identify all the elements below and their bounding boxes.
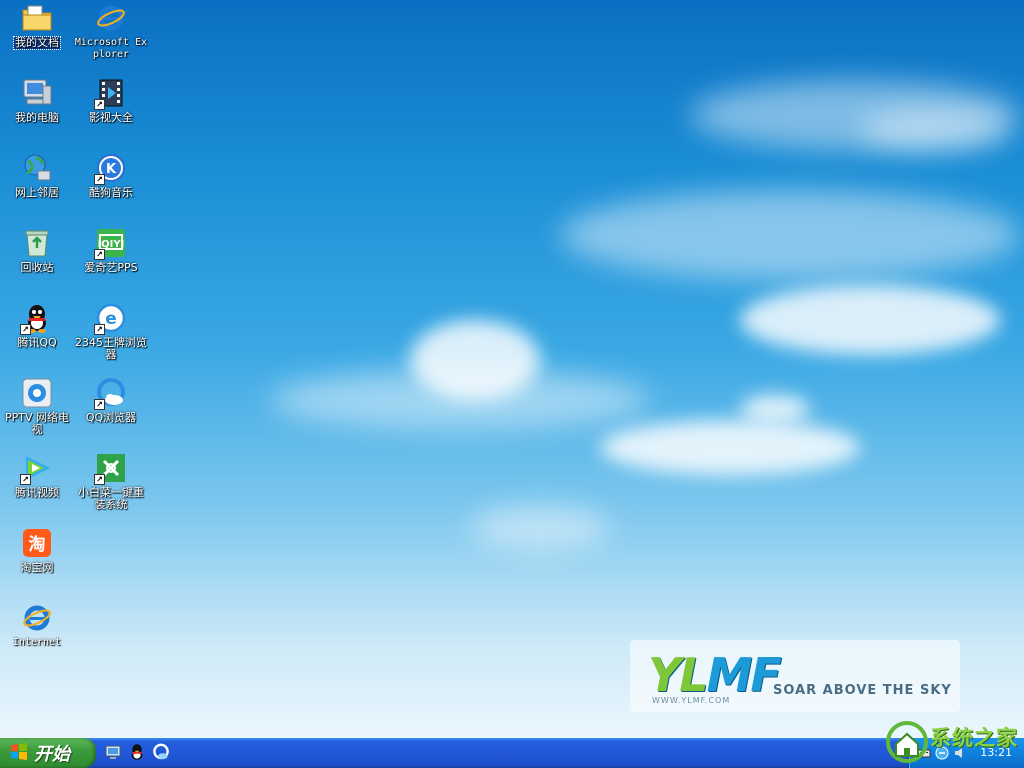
desktop-icon-label: 酷狗音乐 <box>89 186 133 199</box>
shortcut-arrow-icon: ↗ <box>20 474 31 485</box>
watermark-text: 系统之家 <box>930 726 1018 750</box>
desktop-icon-browser-2345[interactable]: e ↗ 2345王牌浏览器 <box>74 302 148 361</box>
internet-explorer-icon <box>95 2 127 34</box>
desktop-icon-label: 我的电脑 <box>15 111 59 124</box>
desktop-icon-label: 回收站 <box>20 261 54 274</box>
desktop-icon-label: QQ浏览器 <box>85 411 137 424</box>
computer-icon <box>21 77 53 109</box>
quick-launch-bar <box>104 743 170 761</box>
shortcut-arrow-icon: ↗ <box>94 249 105 260</box>
qq-penguin-icon: ↗ <box>20 302 53 335</box>
shortcut-arrow-icon: ↗ <box>94 324 105 335</box>
desktop-icon-label: Internet <box>12 637 62 648</box>
desktop-icon-internet[interactable]: Internet <box>0 602 74 649</box>
ylmf-logo: YLMF <box>648 648 782 702</box>
desktop-icon-my-computer[interactable]: 我的电脑 <box>0 77 74 124</box>
watermark-house-icon <box>884 720 930 768</box>
tencent-video-icon: ↗ <box>20 452 53 485</box>
svg-text:e: e <box>105 309 117 329</box>
desktop-icon-qq[interactable]: ↗ 腾讯QQ <box>0 302 74 349</box>
desktop-icon-taobao[interactable]: 淘 淘宝网 <box>0 527 74 574</box>
desktop-icon-qq-browser[interactable]: ↗ QQ浏览器 <box>74 377 148 424</box>
desktop-icon-label: 腾讯视频 <box>15 486 59 499</box>
cloud <box>560 190 1020 280</box>
shortcut-arrow-icon: ↗ <box>94 174 105 185</box>
qq-penguin-icon[interactable] <box>128 743 146 761</box>
desktop-icon-xiaobaicai[interactable]: ↗ 小白菜一键重装系统 <box>74 452 148 511</box>
pptv-icon <box>21 377 53 409</box>
desktop-icon-label: 腾讯QQ <box>17 336 57 349</box>
taskbar: 开始 13:21 <box>0 738 1024 768</box>
logo-slogan: SOAR ABOVE THE SKY <box>773 683 952 698</box>
svg-text:K: K <box>106 162 117 177</box>
desktop-icon-label: 淘宝网 <box>20 561 54 574</box>
cloud <box>270 370 650 430</box>
taobao-icon: 淘 <box>21 527 53 559</box>
kugou-music-icon: K ↗ <box>94 152 127 185</box>
shortcut-arrow-icon: ↗ <box>94 399 105 410</box>
shortcut-arrow-icon: ↗ <box>94 474 105 485</box>
shortcut-arrow-icon: ↗ <box>94 99 105 110</box>
cloud <box>600 420 860 475</box>
qq-browser-icon: ↗ <box>94 377 127 410</box>
desktop-icon-label: 影视大全 <box>89 111 133 124</box>
desktop-icon-my-documents[interactable]: 我的文档 <box>0 2 74 50</box>
desktop-icon-label: 2345王牌浏览器 <box>75 336 147 361</box>
windows-flag-icon <box>10 742 28 764</box>
desktop-icon-pptv[interactable]: PPTV 网络电视 <box>0 377 74 436</box>
shortcut-arrow-icon: ↗ <box>20 324 31 335</box>
desktop-icon-tencent-video[interactable]: ↗ 腾讯视频 <box>0 452 74 499</box>
reinstall-tool-icon: ↗ <box>94 452 127 485</box>
cloud <box>740 285 1000 355</box>
desktop-icon-iqiyi[interactable]: iQIYI ↗ 爱奇艺PPS <box>74 227 148 274</box>
desktop-icon-label: 网上邻居 <box>15 186 59 199</box>
start-button[interactable]: 开始 <box>0 738 96 768</box>
start-label: 开始 <box>34 744 70 765</box>
desktop-icon-recycle[interactable]: 回收站 <box>0 227 74 274</box>
qq-browser-icon[interactable] <box>152 743 170 761</box>
svg-text:淘: 淘 <box>29 534 46 555</box>
desktop-icon-label: Microsoft Explorer <box>74 37 148 60</box>
film-player-icon: ↗ <box>94 77 127 110</box>
network-globe-icon <box>21 152 53 184</box>
internet-explorer-icon <box>21 602 53 634</box>
show-desktop-icon[interactable] <box>104 743 122 761</box>
cloud <box>860 110 1010 150</box>
desktop-icon-video-all[interactable]: ↗ 影视大全 <box>74 77 148 124</box>
cloud <box>740 395 810 423</box>
desktop-icon-label: 小白菜一键重装系统 <box>78 486 144 511</box>
desktop-icon-label: PPTV 网络电视 <box>4 411 69 436</box>
logo-url: WWW.YLMF.COM <box>652 696 731 705</box>
desktop-icon-network[interactable]: 网上邻居 <box>0 152 74 199</box>
desktop-icon-ie-microsoft[interactable]: Microsoft Explorer <box>74 2 148 61</box>
browser-2345-icon: e ↗ <box>94 302 127 335</box>
desktop-icon-label: 我的文档 <box>13 36 61 50</box>
iqiyi-icon: iQIYI ↗ <box>94 227 127 260</box>
desktop-icon-kugou[interactable]: K ↗ 酷狗音乐 <box>74 152 148 199</box>
recycle-bin-icon <box>21 227 53 259</box>
desktop-icon-label: 爱奇艺PPS <box>84 261 138 274</box>
folder-documents-icon <box>21 2 53 34</box>
cloud <box>470 505 610 550</box>
